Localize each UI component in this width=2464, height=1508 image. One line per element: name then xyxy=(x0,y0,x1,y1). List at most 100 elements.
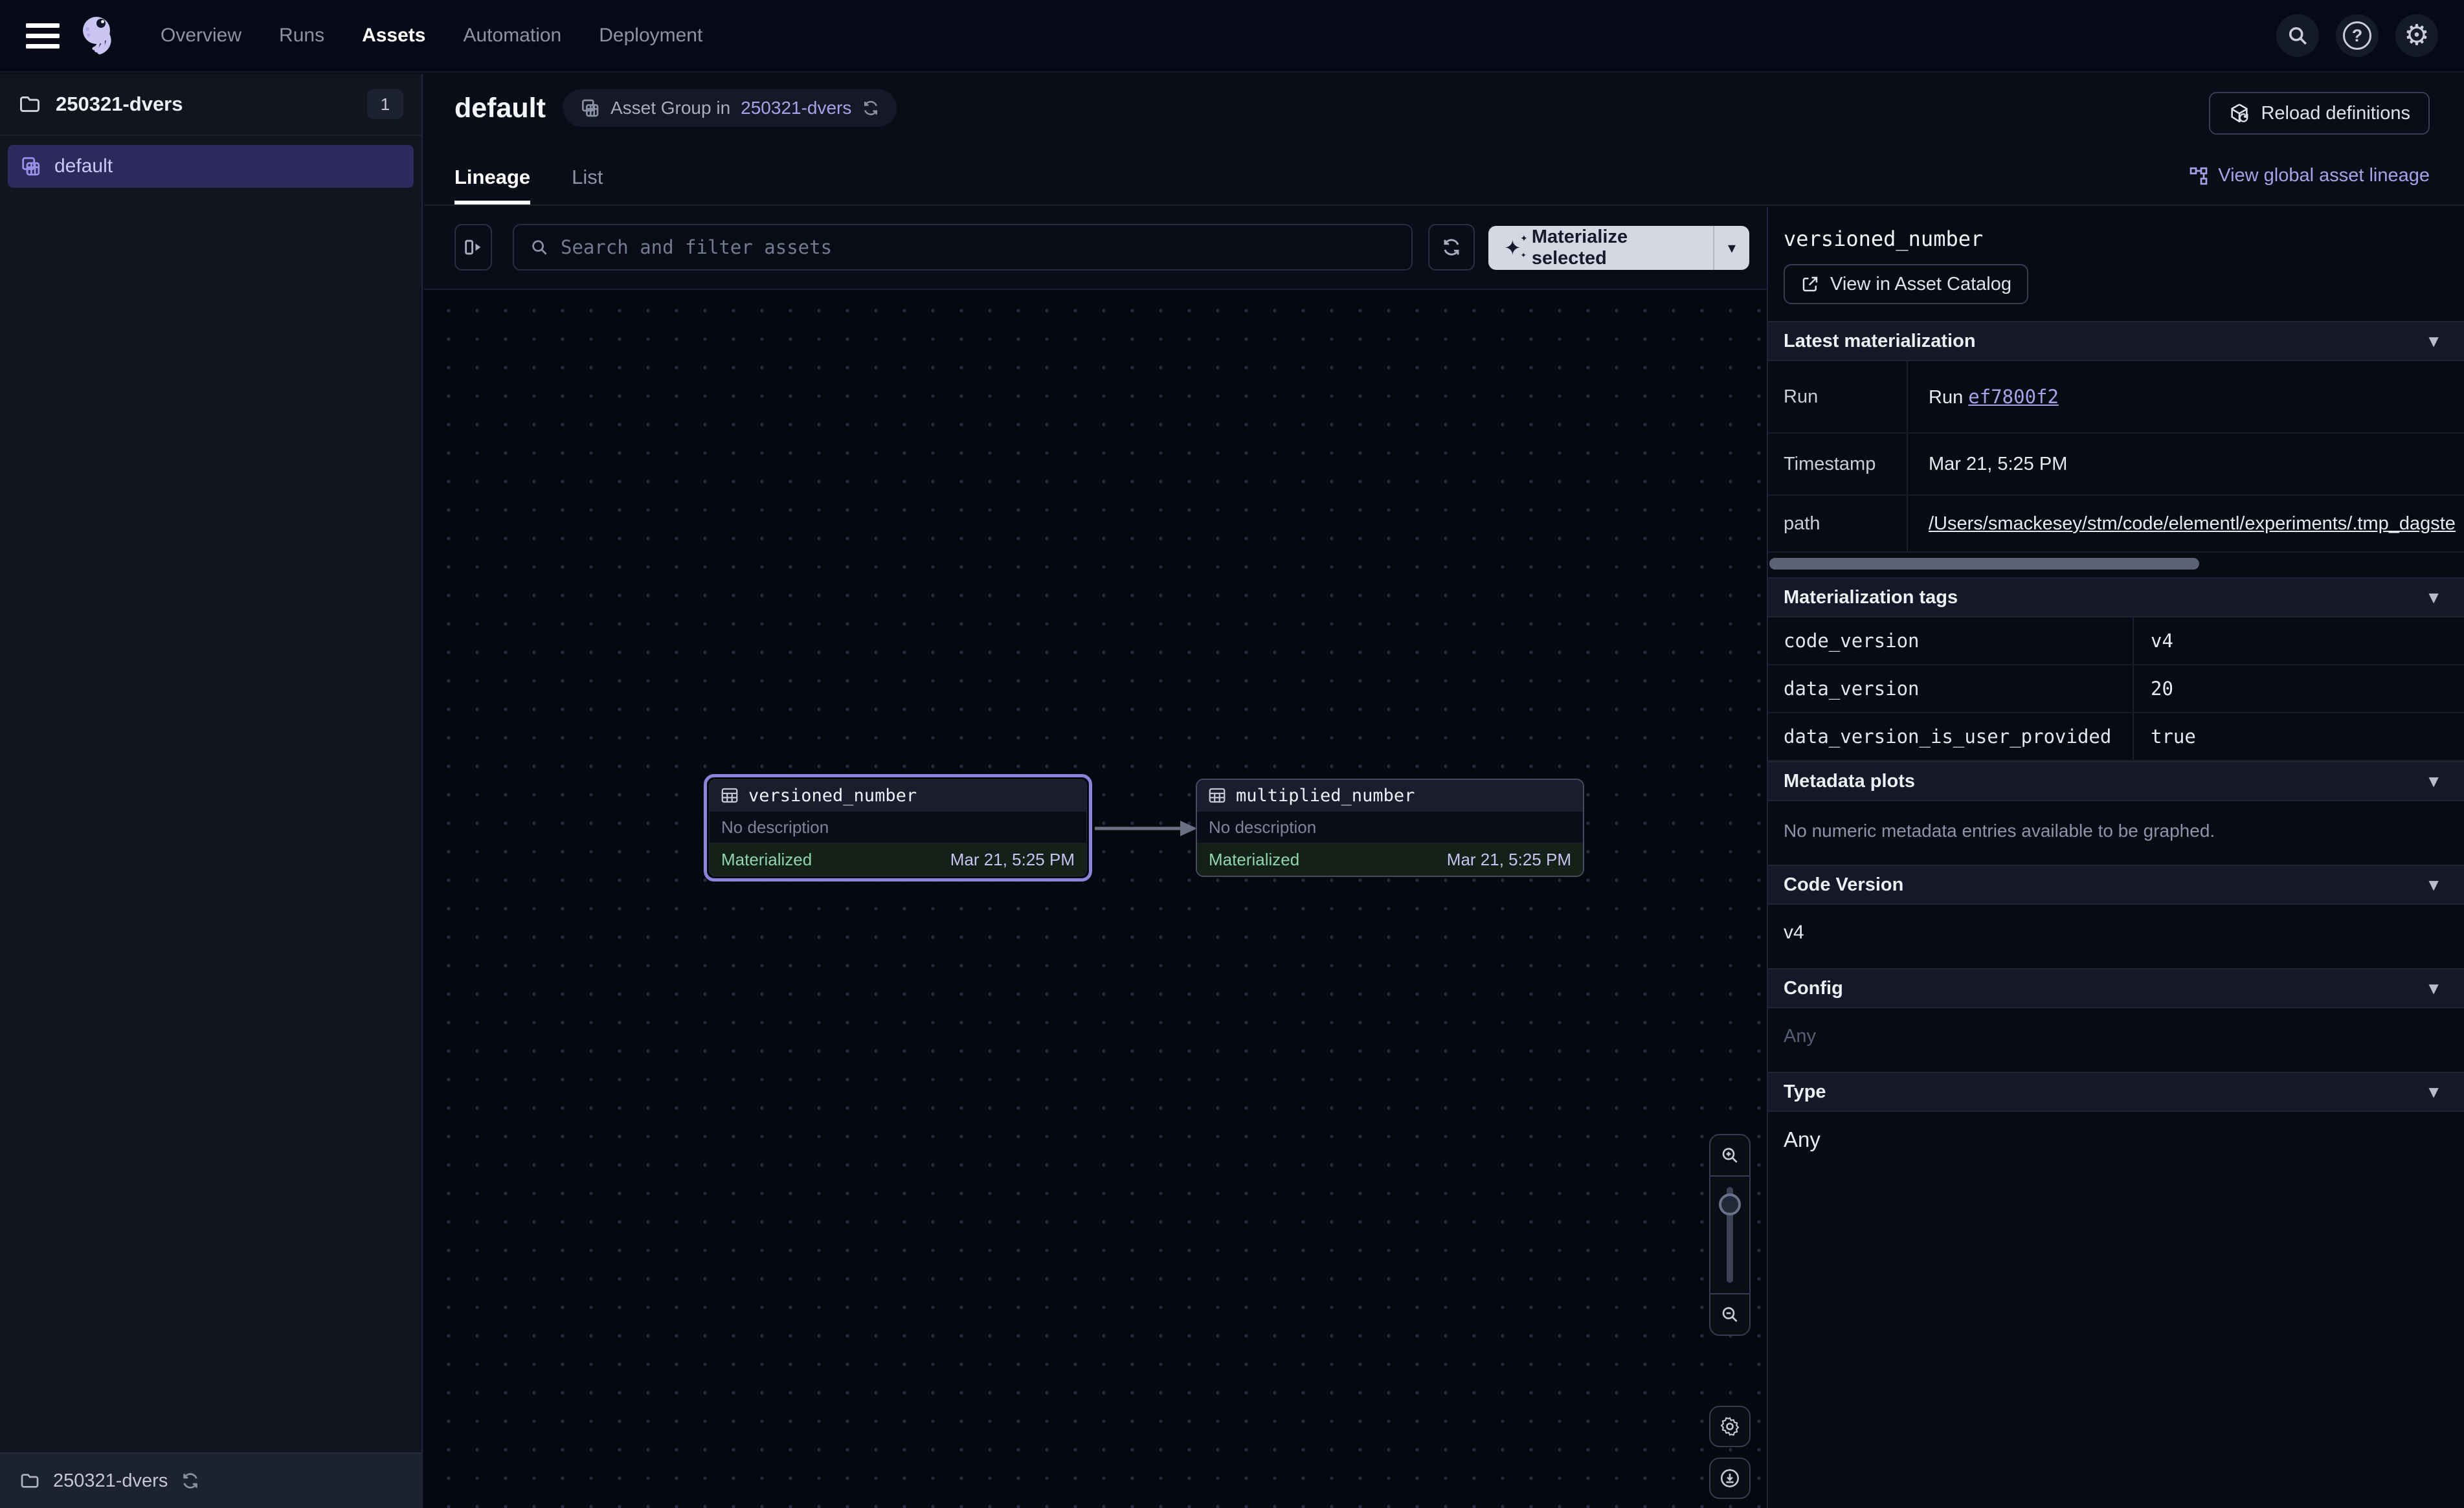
asset-group-icon xyxy=(579,98,600,118)
chevron-down-icon: ▼ xyxy=(2425,979,2442,999)
graph-settings-button[interactable] xyxy=(1709,1406,1751,1447)
asset-group-badge[interactable]: Asset Group in 250321-dvers xyxy=(563,89,897,127)
panel-asset-title: versioned_number xyxy=(1784,227,2448,251)
chevron-down-icon: ▼ xyxy=(2425,875,2442,895)
sidebar-item-default[interactable]: default xyxy=(8,145,414,188)
asset-node-versioned-number[interactable]: versioned_number No description Material… xyxy=(704,774,1092,882)
download-graph-button[interactable] xyxy=(1709,1458,1751,1499)
code-location-name: 250321-dvers xyxy=(53,1470,168,1492)
nav-deployment[interactable]: Deployment xyxy=(599,25,702,47)
tag-key: data_version xyxy=(1768,665,2134,712)
zoom-in-icon xyxy=(1719,1145,1740,1166)
asset-group-header: default Asset Group in 250321-dvers xyxy=(424,74,2464,206)
section-materialization-tags[interactable]: Materialization tags ▼ xyxy=(1768,577,2464,617)
row-label: Timestamp xyxy=(1768,434,1908,494)
section-heading: Code Version xyxy=(1784,874,1903,896)
settings-button[interactable]: ⚙ xyxy=(2395,14,2438,57)
zoom-slider-thumb[interactable] xyxy=(1719,1193,1741,1215)
search-button[interactable] xyxy=(2276,14,2319,57)
asset-node-name: multiplied_number xyxy=(1236,786,1415,806)
dagster-logo[interactable] xyxy=(76,13,119,58)
lineage-graph-icon xyxy=(2188,166,2209,186)
zoom-in-button[interactable] xyxy=(1710,1135,1749,1175)
tag-value: v4 xyxy=(2134,630,2173,652)
octopus-logo-icon xyxy=(76,13,119,58)
chevron-down-icon: ▼ xyxy=(2425,331,2442,351)
download-icon xyxy=(1719,1467,1741,1489)
menu-icon[interactable] xyxy=(26,17,60,54)
config-value: Any xyxy=(1768,1008,2464,1072)
topbar-actions: ? ⚙ xyxy=(2276,14,2438,57)
view-global-asset-lineage-link[interactable]: View global asset lineage xyxy=(2188,165,2430,205)
lineage-graph-canvas[interactable]: versioned_number No description Material… xyxy=(424,289,1767,1508)
section-metadata-plots[interactable]: Metadata plots ▼ xyxy=(1768,761,2464,801)
reload-definitions-button[interactable]: Reload definitions xyxy=(2209,92,2430,135)
asset-groups-sidebar: 250321-dvers 1 default 250321-dvers xyxy=(0,74,423,1508)
refresh-graph-button[interactable] xyxy=(1428,224,1475,271)
sidebar-group-count-badge: 1 xyxy=(367,89,403,119)
dagster-app: Overview Runs Assets Automation Deployme… xyxy=(0,0,2464,1508)
view-in-asset-catalog-button[interactable]: View in Asset Catalog xyxy=(1784,264,2028,304)
nav-overview[interactable]: Overview xyxy=(161,25,241,47)
run-id-link[interactable]: ef7800f2 xyxy=(1968,386,2059,408)
gear-icon xyxy=(1719,1415,1741,1437)
lineage-toolbar: ✦ Materialize selected ▾ xyxy=(424,207,1767,289)
tag-value: true xyxy=(2134,726,2196,748)
tag-value: 20 xyxy=(2134,678,2173,700)
zoom-slider[interactable] xyxy=(1710,1175,1749,1294)
tab-lineage[interactable]: Lineage xyxy=(454,166,530,205)
view-in-asset-catalog-label: View in Asset Catalog xyxy=(1830,274,2011,295)
main-area: default Asset Group in 250321-dvers xyxy=(424,74,2464,1508)
nav-assets[interactable]: Assets xyxy=(362,25,425,47)
section-type[interactable]: Type ▼ xyxy=(1768,1072,2464,1112)
chevron-down-icon: ▼ xyxy=(2425,1082,2442,1102)
refresh-icon xyxy=(1441,237,1462,258)
gear-icon: ⚙ xyxy=(2404,21,2429,50)
folder-icon xyxy=(18,93,41,116)
sidebar-group-row[interactable]: 250321-dvers 1 xyxy=(0,74,421,136)
section-config[interactable]: Config ▼ xyxy=(1768,968,2464,1008)
refresh-icon[interactable] xyxy=(862,99,880,117)
section-heading: Materialization tags xyxy=(1784,587,1958,608)
search-assets-input[interactable] xyxy=(561,236,1396,258)
row-label: path xyxy=(1768,496,1908,551)
collapse-panel-button[interactable] xyxy=(454,224,492,271)
tag-row-data-version: data_version 20 xyxy=(1768,665,2464,713)
type-value: Any xyxy=(1768,1112,2464,1175)
folder-icon xyxy=(19,1470,40,1491)
reload-cube-icon xyxy=(2228,102,2250,124)
tag-key: code_version xyxy=(1768,617,2134,664)
help-icon: ? xyxy=(2343,21,2371,50)
search-icon xyxy=(2286,24,2309,47)
section-latest-materialization[interactable]: Latest materialization ▼ xyxy=(1768,321,2464,361)
row-timestamp: Timestamp Mar 21, 5:25 PM xyxy=(1768,434,2464,496)
path-link[interactable]: /Users/smackesey/stm/code/elementl/exper… xyxy=(1929,513,2456,534)
reload-definitions-label: Reload definitions xyxy=(2261,103,2410,124)
lineage-canvas-column: ✦ Materialize selected ▾ xyxy=(424,207,1767,1508)
asset-node-description: No description xyxy=(1197,811,1583,843)
materialization-timestamp: Mar 21, 5:25 PM xyxy=(950,850,1075,870)
nav-runs[interactable]: Runs xyxy=(279,25,324,47)
primary-nav: Overview Runs Assets Automation Deployme… xyxy=(161,25,702,47)
view-global-asset-lineage-label: View global asset lineage xyxy=(2218,165,2430,186)
materialize-dropdown-caret[interactable]: ▾ xyxy=(1713,226,1749,270)
materialize-selected-button[interactable]: ✦ Materialize selected ▾ xyxy=(1488,226,1749,270)
section-heading: Type xyxy=(1784,1081,1826,1103)
horizontal-scrollbar[interactable] xyxy=(1769,558,2199,570)
asset-group-icon xyxy=(19,155,41,177)
zoom-out-button[interactable] xyxy=(1710,1294,1749,1335)
asset-node-multiplied-number[interactable]: multiplied_number No description Materia… xyxy=(1196,779,1584,877)
help-button[interactable]: ? xyxy=(2336,14,2379,57)
row-path: path /Users/smackesey/stm/code/elementl/… xyxy=(1768,496,2464,553)
external-link-icon xyxy=(1800,274,1820,294)
code-location-footer[interactable]: 250321-dvers xyxy=(0,1452,421,1508)
sidebar-group-label: 250321-dvers xyxy=(56,93,183,116)
tab-list[interactable]: List xyxy=(572,166,603,205)
section-heading: Config xyxy=(1784,978,1843,999)
content-area: ✦ Materialize selected ▾ xyxy=(424,207,2464,1508)
badge-location-link[interactable]: 250321-dvers xyxy=(741,98,851,118)
materialized-status-badge: Materialized xyxy=(721,850,812,870)
materialize-selected-label: Materialize selected xyxy=(1532,227,1697,269)
section-code-version[interactable]: Code Version ▼ xyxy=(1768,865,2464,905)
nav-automation[interactable]: Automation xyxy=(463,25,561,47)
